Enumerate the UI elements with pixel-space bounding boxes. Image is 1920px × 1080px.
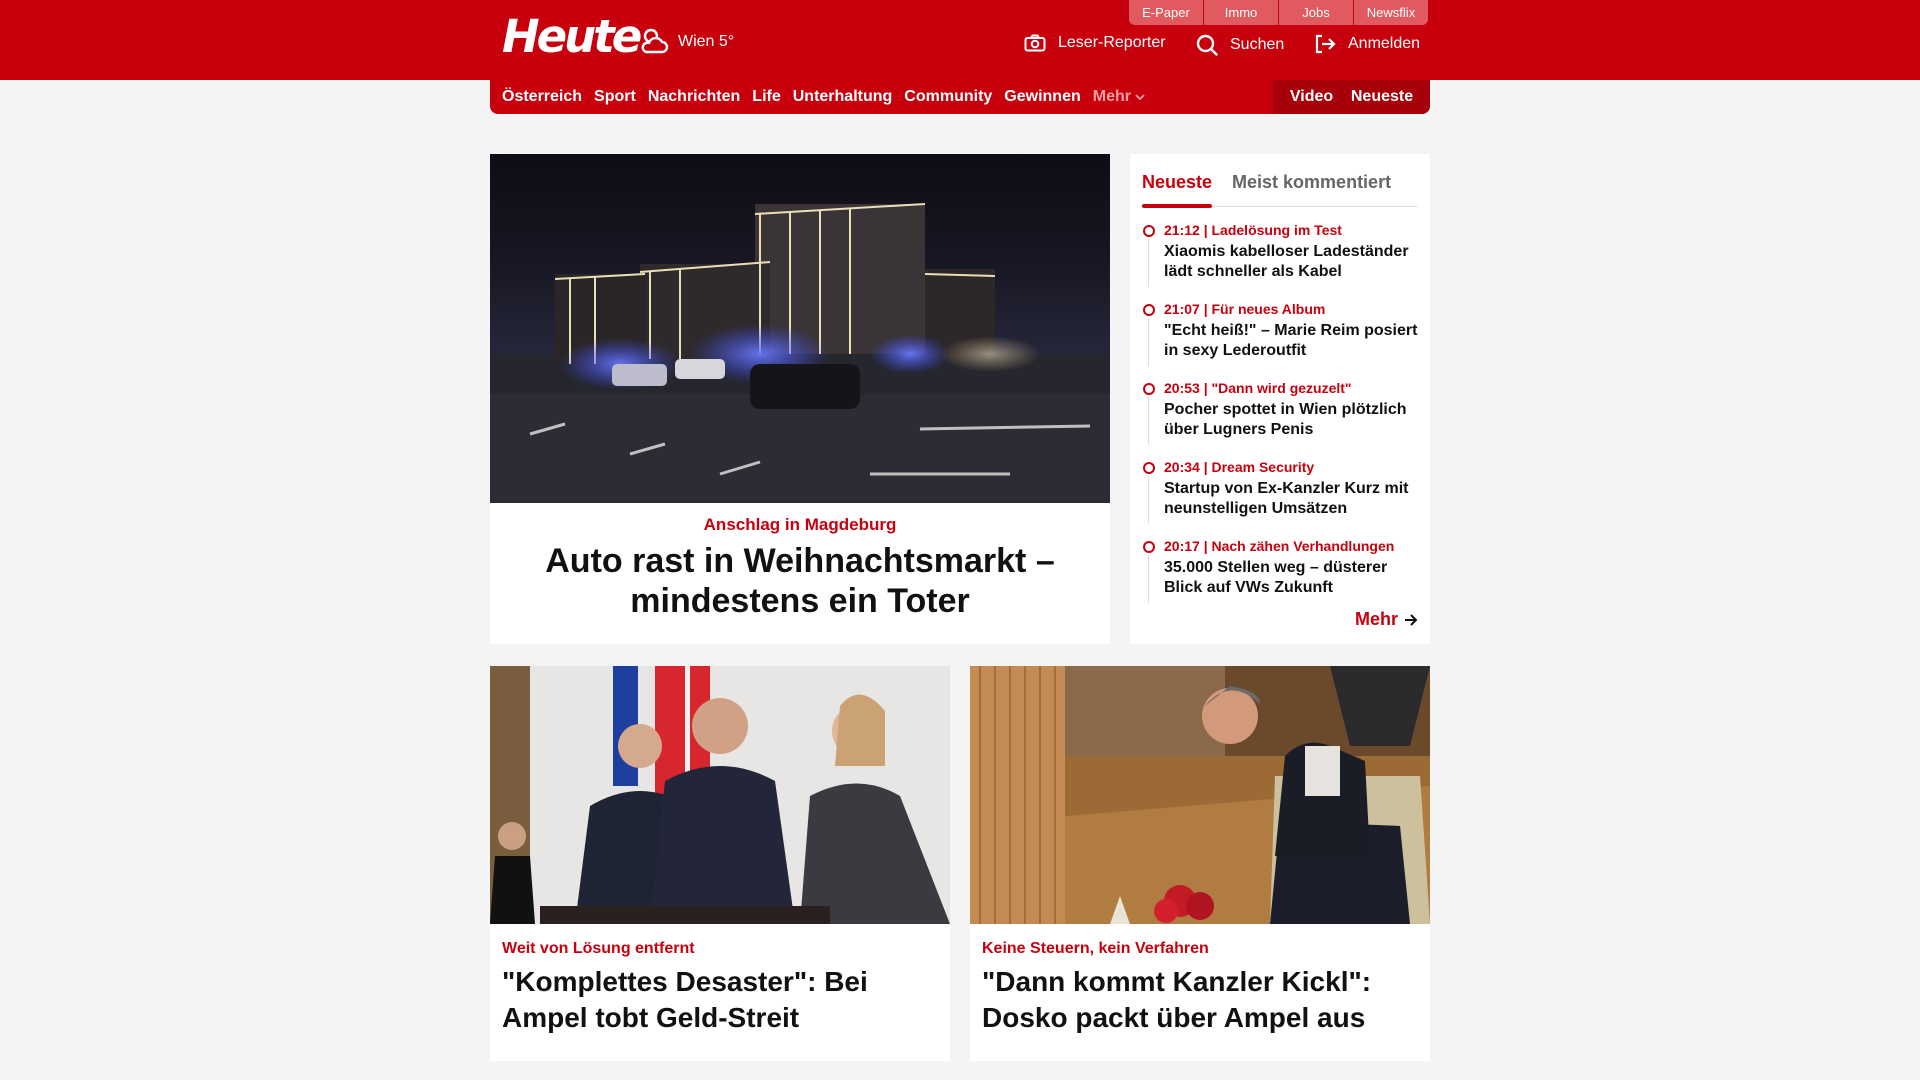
tab-neueste[interactable]: Neueste [1142, 162, 1213, 208]
nav-item-community[interactable]: Community [904, 88, 992, 106]
ticker-title[interactable]: Startup von Ex-Kanzler Kurz mit neunstel… [1164, 479, 1418, 519]
nav-latest-link[interactable]: Neueste [1351, 88, 1413, 106]
nav-more-label: Mehr [1092, 88, 1131, 105]
news-ticker-list: 21:12 | Ladelösung im Test Xiaomis kabel… [1142, 221, 1418, 616]
article-image[interactable] [970, 666, 1430, 924]
main-navigation: Österreich Sport Nachrichten Life Unterh… [490, 80, 1430, 114]
weather-widget[interactable]: Wien 5° [638, 26, 734, 58]
leser-reporter-button[interactable]: Leser-Reporter [1024, 34, 1166, 52]
site-header: E-Paper Immo Jobs Newsflix Heute Wien 5°… [0, 0, 1920, 80]
login-label: Anmelden [1348, 35, 1421, 52]
ticker-meta: 20:34 | Dream Security [1164, 459, 1315, 475]
service-links: E-Paper Immo Jobs Newsflix [1129, 0, 1428, 26]
nav-item-nachrichten[interactable]: Nachrichten [648, 88, 740, 106]
search-label: Suchen [1230, 36, 1285, 53]
ticker-meta: 20:17 | Nach zähen Verhandlungen [1164, 538, 1395, 554]
list-item[interactable]: 20:34 | Dream Security Startup von Ex-Ka… [1142, 458, 1418, 537]
list-item[interactable]: 20:53 | "Dann wird gezuzelt" Pocher spot… [1142, 379, 1418, 458]
search-button[interactable]: Suchen [1196, 34, 1284, 56]
camera-icon [1024, 34, 1046, 52]
nav-item-oesterreich[interactable]: Österreich [502, 88, 582, 106]
hero-article[interactable]: Anschlag in Magdeburg Auto rast in Weihn… [490, 154, 1110, 644]
nav-item-life[interactable]: Life [752, 88, 780, 106]
article-card[interactable]: Weit von Lösung entfernt "Komplettes Des… [490, 666, 950, 1061]
tab-meist-kommentiert[interactable]: Meist kommentiert [1232, 162, 1391, 207]
chevron-down-icon [1135, 94, 1146, 101]
nav-more-dropdown[interactable]: Mehr [1093, 88, 1146, 106]
nav-item-gewinnen[interactable]: Gewinnen [1004, 88, 1080, 106]
weather-text: Wien 5° [678, 33, 735, 50]
ticker-meta: 21:12 | Ladelösung im Test [1164, 222, 1342, 238]
immo-link[interactable]: Immo [1204, 0, 1279, 25]
login-button[interactable]: Anmelden [1314, 34, 1420, 54]
hero-image[interactable] [490, 154, 1110, 503]
ticker-title[interactable]: Pocher spottet in Wien plötzlich über Lu… [1164, 400, 1418, 440]
ticker-title[interactable]: Xiaomis kabelloser Ladeständer lädt schn… [1164, 242, 1418, 282]
article-image[interactable] [490, 666, 950, 924]
newsflix-link[interactable]: Newsflix [1354, 0, 1428, 25]
list-item[interactable]: 21:12 | Ladelösung im Test Xiaomis kabel… [1142, 221, 1418, 300]
hero-kicker: Anschlag in Magdeburg [703, 515, 897, 534]
article-kicker: Keine Steuern, kein Verfahren [982, 940, 1209, 957]
ticker-title[interactable]: 35.000 Stellen weg – düsterer Blick auf … [1164, 558, 1418, 598]
search-icon [1196, 34, 1218, 56]
arrow-right-icon [1405, 613, 1418, 626]
leser-reporter-label: Leser-Reporter [1058, 34, 1166, 51]
ticker-meta: 21:07 | Für neues Album [1164, 301, 1326, 317]
epaper-link[interactable]: E-Paper [1129, 0, 1204, 25]
ticker-meta: 20:53 | "Dann wird gezuzelt" [1164, 380, 1352, 396]
sidebar-tabs: Neueste Meist kommentiert [1142, 162, 1418, 208]
article-card[interactable]: Keine Steuern, kein Verfahren "Dann komm… [970, 666, 1430, 1061]
sidebar-more-link[interactable]: Mehr [1355, 609, 1418, 630]
site-logo[interactable]: Heute [502, 12, 642, 62]
login-icon [1315, 34, 1336, 54]
jobs-link[interactable]: Jobs [1279, 0, 1354, 25]
article-headline[interactable]: "Dann kommt Kanzler Kickl": Dosko packt … [982, 964, 1418, 1036]
weather-cloud-icon [641, 28, 669, 54]
article-headline[interactable]: "Komplettes Desaster": Bei Ampel tobt Ge… [502, 964, 938, 1036]
hero-headline[interactable]: Auto rast in Weihnachtsmarkt – mindesten… [530, 541, 1070, 621]
nav-item-sport[interactable]: Sport [594, 88, 636, 106]
ticker-title[interactable]: "Echt heiß!" – Marie Reim posiert in sex… [1164, 321, 1418, 361]
list-item[interactable]: 20:17 | Nach zähen Verhandlungen 35.000 … [1142, 537, 1418, 616]
nav-video-link[interactable]: Video [1290, 88, 1333, 106]
nav-item-unterhaltung[interactable]: Unterhaltung [793, 88, 893, 106]
sidebar-more-label: Mehr [1354, 609, 1398, 629]
article-kicker: Weit von Lösung entfernt [502, 940, 695, 957]
list-item[interactable]: 21:07 | Für neues Album "Echt heiß!" – M… [1142, 300, 1418, 379]
latest-news-sidebar: Neueste Meist kommentiert 21:12 | Ladelö… [1130, 154, 1430, 644]
